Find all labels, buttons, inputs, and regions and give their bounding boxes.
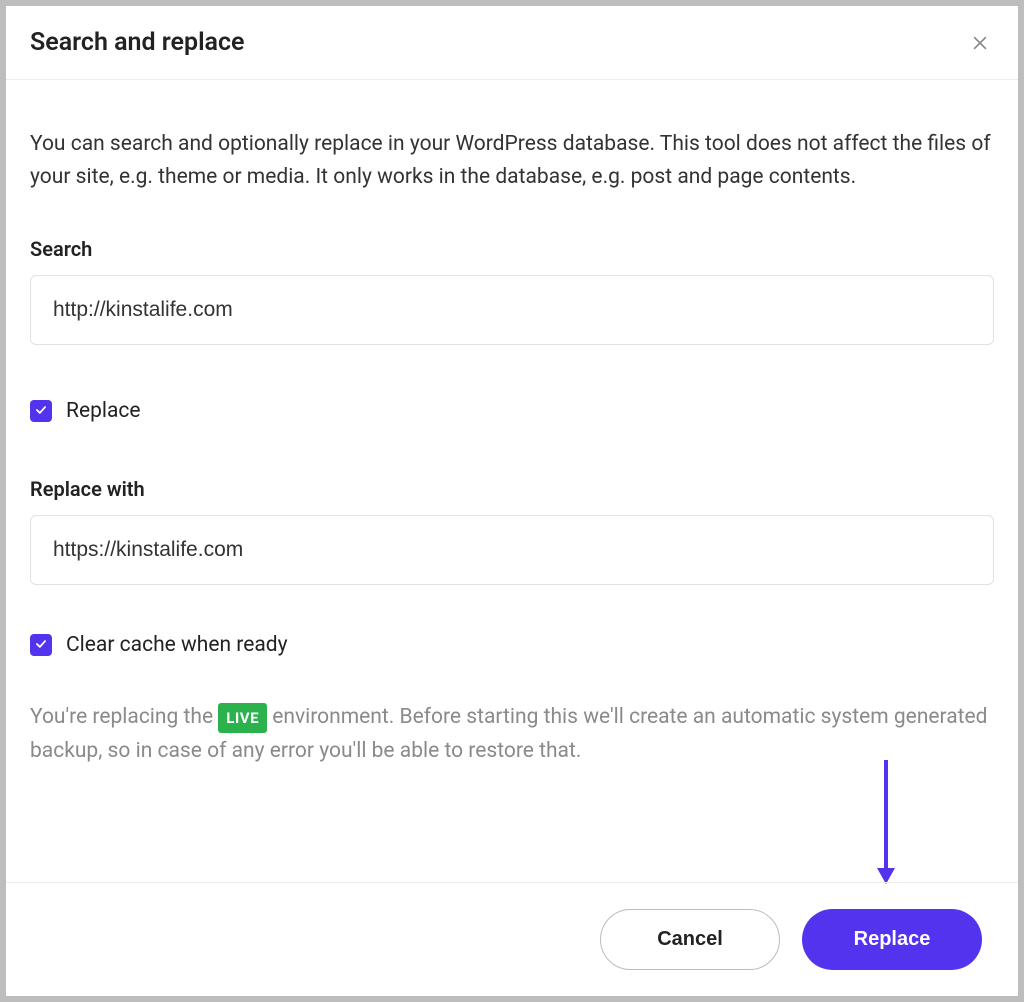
search-field-group: Search bbox=[30, 237, 994, 345]
replace-with-field-group: Replace with bbox=[30, 477, 994, 585]
modal-description: You can search and optionally replace in… bbox=[30, 128, 994, 193]
notice-prefix: You're replacing the bbox=[30, 705, 218, 729]
clear-cache-checkbox-label: Clear cache when ready bbox=[66, 633, 288, 657]
search-input[interactable] bbox=[30, 275, 994, 345]
live-badge: LIVE bbox=[218, 703, 267, 733]
replace-with-input[interactable] bbox=[30, 515, 994, 585]
modal-footer: Cancel Replace bbox=[6, 882, 1018, 996]
replace-checkbox-label: Replace bbox=[66, 399, 141, 423]
modal-header: Search and replace bbox=[6, 6, 1018, 80]
cancel-button[interactable]: Cancel bbox=[600, 909, 780, 970]
check-icon bbox=[34, 636, 48, 655]
replace-button[interactable]: Replace bbox=[802, 909, 982, 970]
check-icon bbox=[34, 402, 48, 421]
replace-checkbox[interactable] bbox=[30, 400, 52, 422]
search-replace-modal: Search and replace You can search and op… bbox=[6, 6, 1018, 996]
close-button[interactable] bbox=[966, 29, 994, 57]
search-label: Search bbox=[30, 237, 994, 261]
clear-cache-checkbox-row: Clear cache when ready bbox=[30, 633, 994, 657]
replace-checkbox-row: Replace bbox=[30, 399, 994, 423]
modal-body: You can search and optionally replace in… bbox=[6, 80, 1018, 882]
environment-notice: You're replacing the LIVE environment. B… bbox=[30, 701, 994, 768]
replace-with-label: Replace with bbox=[30, 477, 994, 501]
clear-cache-checkbox[interactable] bbox=[30, 634, 52, 656]
modal-title: Search and replace bbox=[30, 28, 244, 57]
